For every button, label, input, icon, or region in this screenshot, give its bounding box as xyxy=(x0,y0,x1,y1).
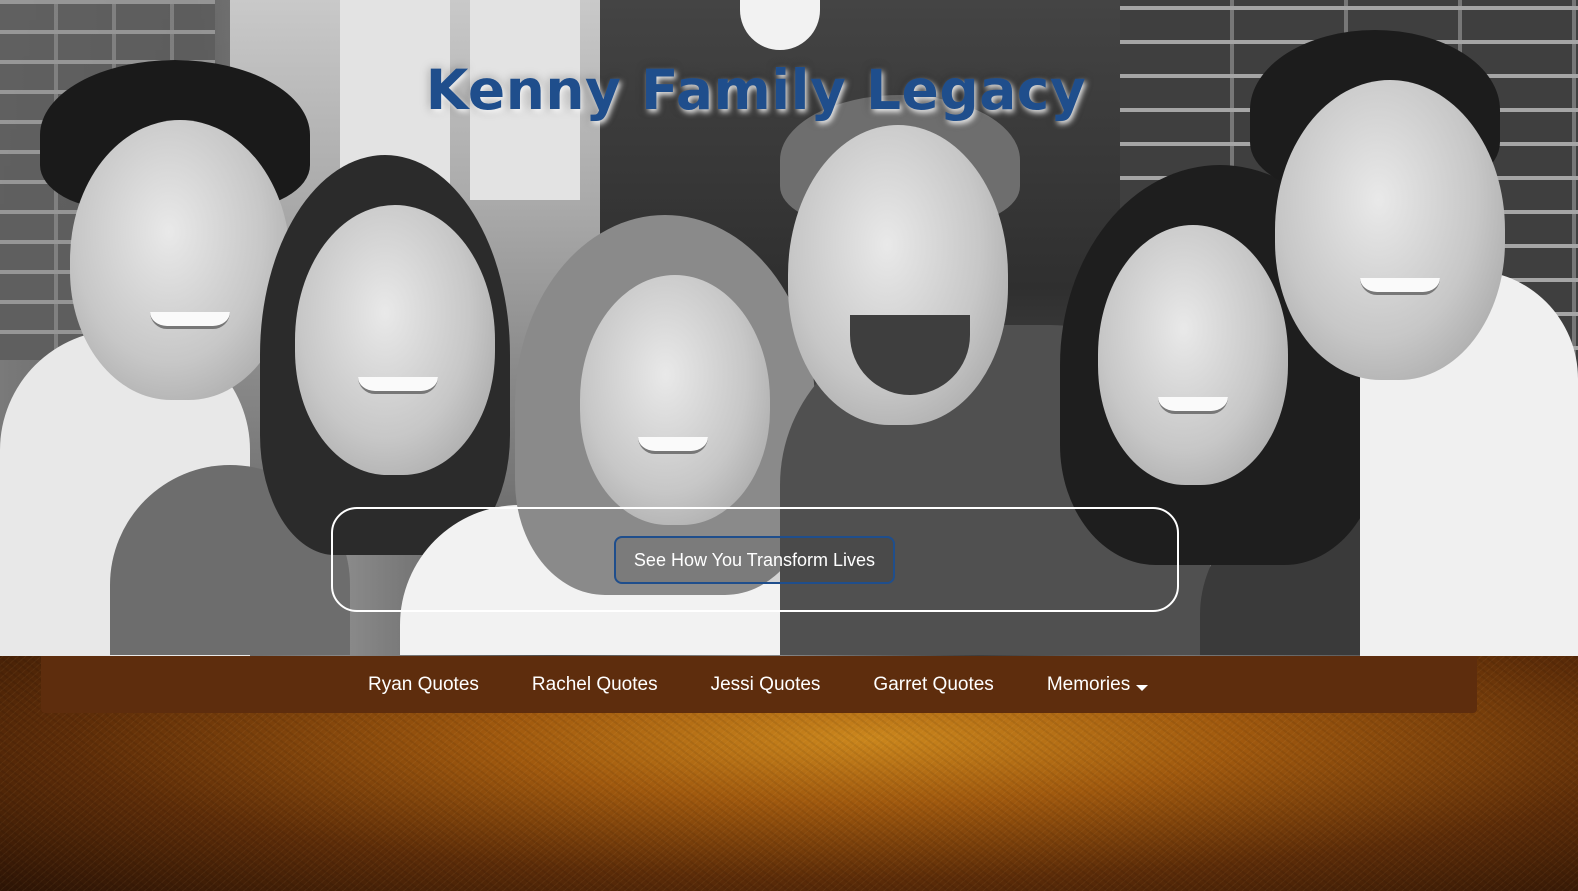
nav-items: Ryan Quotes Rachel Quotes Jessi Quotes G… xyxy=(368,656,1201,713)
page-title: Kenny Family Legacy xyxy=(425,58,1087,122)
nav-item-label: Jessi Quotes xyxy=(710,673,821,695)
nav-item-garret-quotes[interactable]: Garret Quotes xyxy=(873,674,993,696)
nav-item-ryan-quotes[interactable]: Ryan Quotes xyxy=(368,674,479,696)
caret-down-icon xyxy=(1136,684,1149,691)
nav-item-label: Ryan Quotes xyxy=(368,673,479,695)
nav-item-label: Memories xyxy=(1046,673,1131,695)
transform-lives-button[interactable]: See How You Transform Lives xyxy=(614,536,895,584)
nav-item-memories[interactable]: Memories xyxy=(1046,673,1149,696)
hero-banner: Kenny Family Legacy See How You Transfor… xyxy=(0,0,1578,656)
nav-item-jessi-quotes[interactable]: Jessi Quotes xyxy=(711,674,821,696)
nav-item-label: Garret Quotes xyxy=(873,673,994,695)
nav-item-label: Rachel Quotes xyxy=(531,673,658,695)
nav-item-rachel-quotes[interactable]: Rachel Quotes xyxy=(532,674,658,696)
family-member-6 xyxy=(1250,30,1578,656)
